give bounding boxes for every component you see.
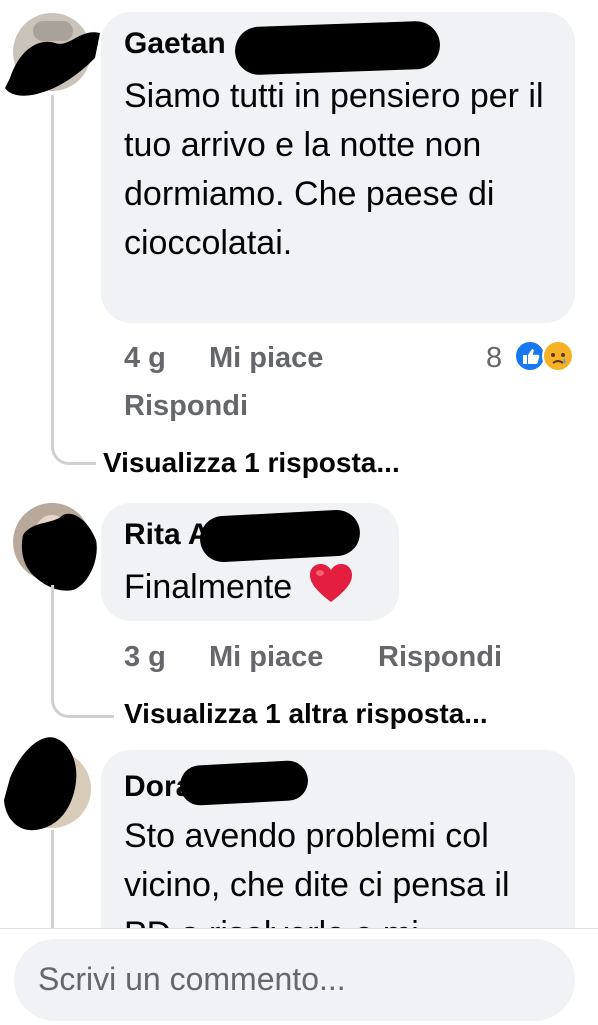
redaction-scribble (5, 32, 100, 96)
like-button[interactable]: Mi piace (209, 342, 323, 375)
redaction-scribble (234, 20, 441, 76)
sad-icon (542, 340, 574, 372)
reply-button[interactable]: Rispondi (124, 390, 248, 423)
heart-emoji (309, 564, 352, 602)
thread-line (51, 830, 54, 930)
thread-line (51, 585, 54, 700)
comment-text: Finalmente (124, 562, 354, 612)
reaction-count: 8 (486, 342, 503, 374)
comment-input[interactable]: Scrivi un commento... (14, 939, 575, 1021)
comment-time[interactable]: 4 g (124, 342, 166, 375)
thread-connector (51, 430, 96, 465)
thread-connector (51, 690, 114, 718)
redaction-scribble (198, 508, 362, 564)
redaction-scribble (4, 737, 77, 831)
thread-line (51, 95, 54, 450)
like-button[interactable]: Mi piace (209, 641, 323, 674)
comment-time[interactable]: 3 g (124, 641, 166, 674)
reply-button[interactable]: Rispondi (378, 641, 502, 674)
comment-author[interactable]: Rita A (124, 518, 210, 552)
comment-author[interactable]: Gaetan (124, 27, 226, 61)
redaction-scribble (179, 759, 309, 807)
view-replies-link[interactable]: Visualizza 1 altra risposta... (124, 698, 488, 730)
redaction-scribble (21, 513, 97, 591)
comment-input-placeholder: Scrivi un commento... (38, 961, 346, 997)
view-replies-link[interactable]: Visualizza 1 risposta... (103, 447, 400, 479)
comment-text: Siamo tutti in pensiero per il tuo arriv… (124, 77, 544, 262)
